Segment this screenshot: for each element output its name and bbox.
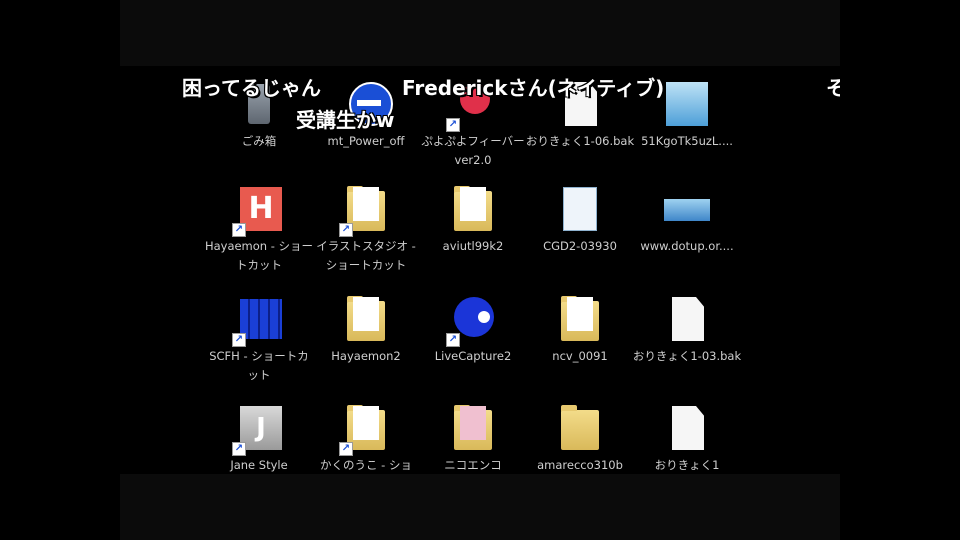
icon-label: Hayaemon2 [331,349,401,363]
icon-label: Jane Style [230,458,288,472]
bottom-band [120,474,840,540]
comment-overlay: 受講生かw [296,108,395,132]
desktop-icon-aviutl99k2[interactable]: aviutl99k2 [418,185,528,256]
icon-label: SCFH - ショートカット [209,349,309,382]
icon-label: Hayaemon - ショートカット [204,239,314,272]
desktop-icon-nicoenco[interactable]: ニコエンコ [418,404,528,475]
desktop-icon-hayaemon2[interactable]: Hayaemon2 [311,295,421,366]
jane-style-icon: J ↗ [232,404,284,456]
letterbox-left [0,0,120,540]
desktop-icon-illust-studio[interactable]: ↗ イラストスタジオ - ショートカット [311,185,421,275]
desktop-icon-orikyoku-03-bak[interactable]: おりきょく1-03.bak [632,295,742,366]
icon-label: aviutl99k2 [442,239,504,253]
folder-icon: ↗ [339,404,391,456]
icon-label: おりきょく1 [654,458,720,472]
folder-icon [341,295,391,345]
folder-icon [448,185,498,235]
shortcut-arrow-icon: ↗ [232,333,246,347]
desktop-icon-ncv-0091[interactable]: ncv_0091 [525,295,635,366]
icon-label: かくのうこ - ショ [320,458,412,472]
icon-label: おりきょく1-03.bak [632,349,742,363]
icon-label: ごみ箱 [241,134,277,148]
image-thumbnail-icon [555,185,605,235]
desktop-icon-cgd2[interactable]: CGD2-03930 [525,185,635,256]
desktop-icon-jane-style[interactable]: J ↗ Jane Style [204,404,314,475]
top-band [120,0,840,66]
icon-label: 51KgoTk5uzL.... [641,134,733,148]
shortcut-arrow-icon: ↗ [446,118,460,132]
desktop-icon-dotup[interactable]: www.dotup.or.... [632,185,742,256]
icon-label: mt_Power_off [327,134,405,148]
shortcut-arrow-icon: ↗ [232,223,246,237]
desktop-icon-scfh-shortcut[interactable]: ↗ SCFH - ショートカット [204,295,314,385]
livecapture-eye-icon: ↗ [446,295,498,347]
icon-label: おりきょく1-06.bak [525,134,635,148]
icon-label: イラストスタジオ - ショートカット [316,239,416,272]
desktop-icon-livecapture2[interactable]: ↗ LiveCapture2 [418,295,528,366]
shortcut-arrow-icon: ↗ [446,333,460,347]
scfh-icon: ↗ [232,295,284,347]
file-icon [662,295,712,345]
icon-label: ぷよぷよフィーバー ver2.0 [421,134,525,167]
icon-label: ncv_0091 [552,349,608,363]
comment-overlay: 困ってるじゃん [182,76,321,100]
shortcut-arrow-icon: ↗ [339,442,353,456]
icon-label: www.dotup.or.... [640,239,734,253]
shortcut-arrow-icon: ↗ [232,442,246,456]
comment-overlay: そ [826,76,840,100]
file-icon [662,404,712,454]
desktop-icon-amarecco310b[interactable]: amarecco310b [525,404,635,475]
folder-icon: ↗ [339,185,391,237]
comment-overlay: Frederickさん(ネイティブ) [402,76,665,100]
shortcut-arrow-icon: ↗ [339,223,353,237]
folder-icon [555,295,605,345]
hayaemon-icon: H ↗ [232,185,284,237]
desktop-icon-orikyoku[interactable]: おりきょく1 [632,404,742,475]
icon-label: LiveCapture2 [434,349,512,363]
icon-label: CGD2-03930 [543,239,617,253]
desktop-icon-kakunouko[interactable]: ↗ かくのうこ - ショ [311,404,421,475]
folder-icon [448,404,498,454]
image-thumbnail-icon [662,80,712,130]
letterbox-right [840,0,960,540]
image-thumbnail-icon [662,185,712,235]
desktop-icon-hayaemon-shortcut[interactable]: H ↗ Hayaemon - ショートカット [204,185,314,275]
folder-icon [555,404,605,454]
icon-label: ニコエンコ [444,458,502,472]
video-frame: ごみ箱 mt_Power_off ↗ ぷよぷよフィーバー ver2.0 おりきょ… [120,0,840,540]
icon-label: amarecco310b [537,458,623,472]
